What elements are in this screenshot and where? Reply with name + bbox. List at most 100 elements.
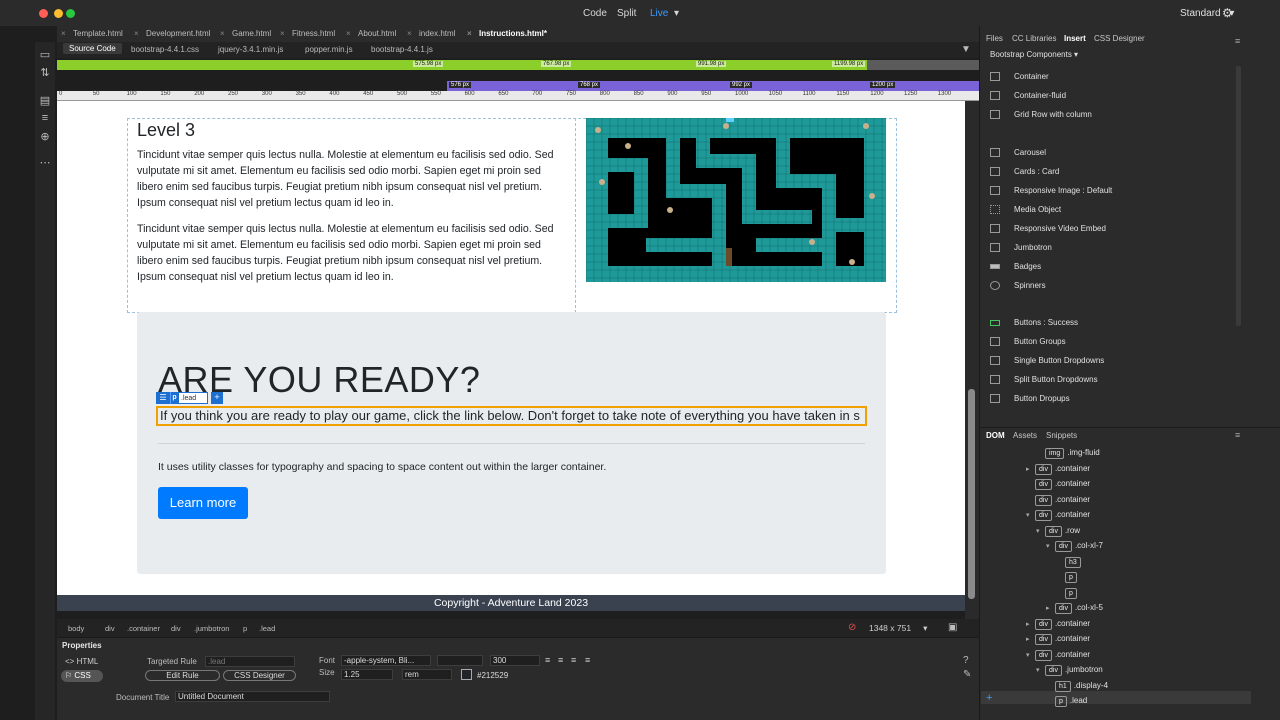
tab-cc-libraries[interactable]: CC Libraries [1012, 34, 1056, 43]
insert-item[interactable]: Buttons : Success [990, 316, 1240, 330]
dom-node[interactable]: h1 .display-4 [1046, 679, 1108, 692]
minimize-window-button[interactable] [54, 9, 63, 18]
chevron-down-icon[interactable]: ▾ [1046, 540, 1055, 553]
chevron-down-icon[interactable]: ▾ [1026, 649, 1035, 662]
dom-node[interactable]: p .lead [1046, 694, 1087, 707]
tab-template[interactable]: × Template.html [59, 27, 123, 41]
insert-item[interactable]: Split Button Dropdowns [990, 373, 1240, 387]
tab-index[interactable]: × index.html [405, 27, 455, 41]
sort-icon[interactable]: ⇅ [38, 66, 52, 80]
insert-item[interactable]: Grid Row with column [990, 108, 1240, 122]
media-query-bar-min[interactable] [447, 81, 979, 91]
insert-item[interactable]: Single Button Dropdowns [990, 354, 1240, 368]
dom-node[interactable]: ▾ div .col-xl-7 [1046, 539, 1103, 552]
chevron-down-icon[interactable]: ▾ [1026, 509, 1035, 522]
dom-node[interactable]: ▾ div .row [1036, 524, 1080, 537]
insert-item[interactable]: Badges [990, 260, 1240, 274]
element-menu-icon[interactable]: ☰ [156, 392, 170, 404]
element-tag-name[interactable]: p [170, 392, 178, 404]
mq-label[interactable]: 768 px [578, 82, 601, 88]
insert-item[interactable]: Responsive Video Embed [990, 222, 1240, 236]
color-value[interactable]: #212529 [477, 671, 508, 680]
insert-item[interactable]: Spinners [990, 279, 1240, 293]
chevron-right-icon[interactable]: ▸ [1026, 618, 1035, 631]
panel-menu-icon[interactable]: ≡ [1235, 36, 1240, 46]
close-icon[interactable]: × [280, 27, 285, 41]
chevron-right-icon[interactable]: ▸ [1026, 633, 1035, 646]
scrollbar-thumb[interactable] [968, 389, 975, 599]
media-query-bar-max[interactable] [57, 60, 867, 70]
related-file-source-code[interactable]: Source Code [63, 43, 122, 54]
close-icon[interactable]: × [407, 27, 412, 41]
level-title[interactable]: Level 3 [137, 120, 195, 141]
tab-development[interactable]: × Development.html [132, 27, 210, 41]
dom-node[interactable]: ▸ div .container [1026, 462, 1090, 475]
panel-menu-icon[interactable]: ≡ [1235, 430, 1240, 440]
help-icon[interactable]: ? [963, 655, 969, 666]
dom-node[interactable]: ▸ div .container [1026, 617, 1090, 630]
insert-item[interactable]: Cards : Card [990, 165, 1240, 179]
chevron-down-icon[interactable]: ▾ [674, 8, 679, 19]
edit-rule-button[interactable]: Edit Rule [145, 670, 220, 681]
dom-node[interactable]: div .container [1026, 493, 1090, 506]
mq-label[interactable]: 992 px [730, 82, 753, 88]
tab-assets[interactable]: Assets [1013, 431, 1037, 440]
insert-scrollbar[interactable] [1236, 66, 1241, 326]
tab-instructions[interactable]: × Instructions.html* [465, 27, 547, 41]
dom-node[interactable]: div .container [1026, 477, 1090, 490]
insert-item[interactable]: Carousel [990, 146, 1240, 160]
insert-item[interactable]: Button Groups [990, 335, 1240, 349]
tab-dom[interactable]: DOM [986, 431, 1005, 440]
close-icon[interactable]: × [61, 27, 66, 41]
file-icon[interactable]: ▭ [38, 48, 52, 62]
level-paragraph-1[interactable]: Tincidunt vitae semper quis lectus nulla… [137, 147, 569, 211]
dom-node[interactable]: img .img-fluid [1036, 446, 1100, 459]
color-swatch[interactable] [461, 669, 472, 680]
align-center-icon[interactable]: ≡ [558, 655, 563, 665]
canvas-scrollbar[interactable] [965, 101, 979, 619]
learn-more-button[interactable]: Learn more [158, 487, 248, 519]
format-icon[interactable]: ≡ [38, 112, 52, 126]
related-file-bootstrap-js[interactable]: bootstrap-4.4.1.js [371, 45, 433, 54]
insert-item[interactable]: Container-fluid [990, 89, 1240, 103]
preview-icon[interactable]: ▣ [948, 622, 957, 633]
mq-label[interactable]: 767.98 px [541, 61, 572, 67]
add-class-button[interactable]: + [211, 392, 223, 404]
mq-label[interactable]: 1200 px [870, 82, 896, 88]
font-style-select[interactable] [437, 655, 483, 666]
more-icon[interactable]: ⋯ [38, 156, 52, 170]
tab-game[interactable]: × Game.html [218, 27, 271, 41]
mq-label[interactable]: 576 px [449, 82, 472, 88]
inspect-icon[interactable]: ▤ [38, 94, 52, 108]
tag-crumb[interactable]: .jumbotron [194, 624, 229, 633]
mq-label[interactable]: 991.98 px [696, 61, 727, 67]
dom-node[interactable]: p [1056, 586, 1080, 599]
chevron-down-icon[interactable]: ▾ [1036, 664, 1045, 677]
tab-css-designer[interactable]: CSS Designer [1094, 34, 1145, 43]
insert-item[interactable]: Responsive Image : Default [990, 184, 1240, 198]
chevron-right-icon[interactable]: ▸ [1046, 602, 1055, 615]
insert-item[interactable]: Jumbotron [990, 241, 1240, 255]
tab-about[interactable]: × About.html [344, 27, 396, 41]
tag-crumb[interactable]: .lead [259, 624, 275, 633]
html-mode-toggle[interactable]: <> HTML [61, 656, 103, 668]
close-window-button[interactable] [39, 9, 48, 18]
error-icon[interactable]: ⊘ [848, 622, 856, 633]
tag-crumb[interactable]: body [68, 624, 84, 633]
maze-game-image[interactable] [586, 118, 886, 282]
close-icon[interactable]: × [346, 27, 351, 41]
chevron-down-icon[interactable]: ▾ [1036, 525, 1045, 538]
code-view-button[interactable]: Code [583, 8, 607, 19]
close-icon[interactable]: × [467, 27, 472, 41]
font-family-select[interactable]: -apple-system, Bli... [341, 655, 431, 666]
add-element-icon[interactable]: + [986, 692, 992, 704]
dom-node[interactable]: ▾ div .container [1026, 508, 1090, 521]
edit-icon[interactable]: ✎ [963, 669, 971, 680]
tab-snippets[interactable]: Snippets [1046, 431, 1077, 440]
insert-item[interactable]: Container [990, 70, 1240, 84]
dom-node[interactable]: p [1056, 570, 1080, 583]
mq-label[interactable]: 1199.98 px [832, 61, 866, 67]
tab-files[interactable]: Files [986, 34, 1003, 43]
document-title-input[interactable]: Untitled Document [175, 691, 330, 702]
insert-item[interactable]: Media Object [990, 203, 1240, 217]
